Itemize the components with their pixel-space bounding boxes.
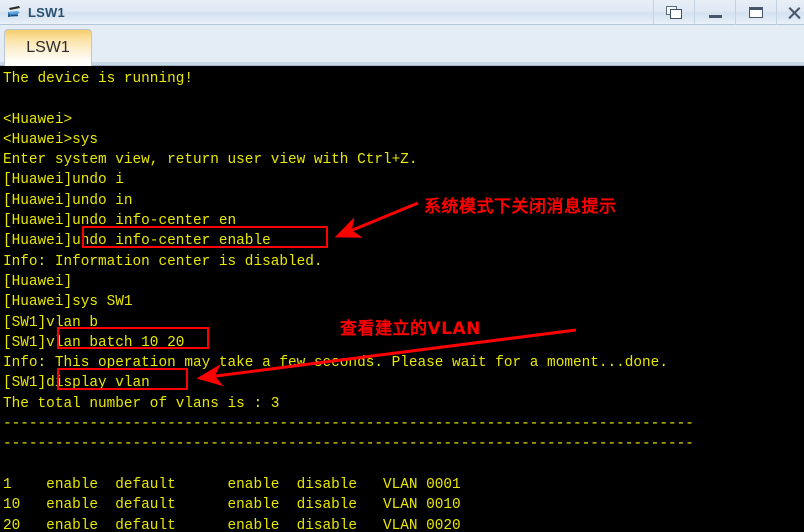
terminal-line: Enter system view, return user view with…	[3, 152, 418, 169]
switch-icon	[6, 4, 23, 21]
terminal-line: 1 enable default enable disable VLAN 000…	[3, 476, 461, 493]
minimize-icon	[708, 14, 722, 18]
minimize-button[interactable]	[694, 0, 735, 25]
terminal-line: Info: This operation may take a few seco…	[3, 355, 668, 372]
terminal-line: [SW1]vlan b	[3, 314, 98, 331]
maximize-button[interactable]	[735, 0, 776, 25]
tab-lsw1[interactable]: LSW1	[4, 29, 92, 66]
terminal-line: [Huawei]undo in	[3, 192, 133, 209]
terminal-line: [SW1]vlan batch 10 20	[3, 334, 185, 351]
terminal-line: ----------------------------------------…	[3, 436, 694, 453]
terminal-line: [Huawei]	[3, 273, 73, 290]
close-icon	[787, 6, 800, 19]
title-bar-left: LSW1	[6, 0, 65, 25]
terminal-console[interactable]: The device is running! <Huawei> <Huawei>…	[0, 66, 804, 532]
title-bar: LSW1	[0, 0, 804, 25]
terminal-line: 10 enable default enable disable VLAN 00…	[3, 497, 461, 514]
terminal-line: [Huawei]undo i	[3, 172, 124, 189]
terminal-line: [Huawei]sys SW1	[3, 294, 133, 311]
terminal-line: The total number of vlans is : 3	[3, 395, 280, 412]
window-title: LSW1	[28, 5, 65, 20]
tab-strip: LSW1	[0, 25, 804, 66]
terminal-line: [Huawei]undo info-center en	[3, 213, 237, 230]
terminal-line: Info: Information center is disabled.	[3, 253, 323, 270]
terminal-line: 20 enable default enable disable VLAN 00…	[3, 517, 461, 532]
emulator-window: LSW1 LSW1 The device is running! <Huawei…	[0, 0, 804, 532]
terminal-line: <Huawei>	[3, 111, 73, 128]
close-button[interactable]	[776, 0, 804, 25]
tab-strip-rail	[0, 62, 804, 65]
maximize-icon	[749, 7, 763, 18]
terminal-line: ----------------------------------------…	[3, 416, 694, 433]
terminal-line: <Huawei>sys	[3, 131, 98, 148]
tab-label: LSW1	[26, 39, 70, 56]
terminal-line: The device is running!	[3, 71, 193, 87]
window-controls	[653, 0, 804, 25]
terminal-line: [SW1]display vlan	[3, 375, 150, 392]
restore-button[interactable]	[653, 0, 694, 25]
terminal-output: The device is running! <Huawei> <Huawei>…	[3, 69, 804, 532]
terminal-line: [Huawei]undo info-center enable	[3, 233, 271, 250]
restore-icon	[665, 5, 683, 20]
